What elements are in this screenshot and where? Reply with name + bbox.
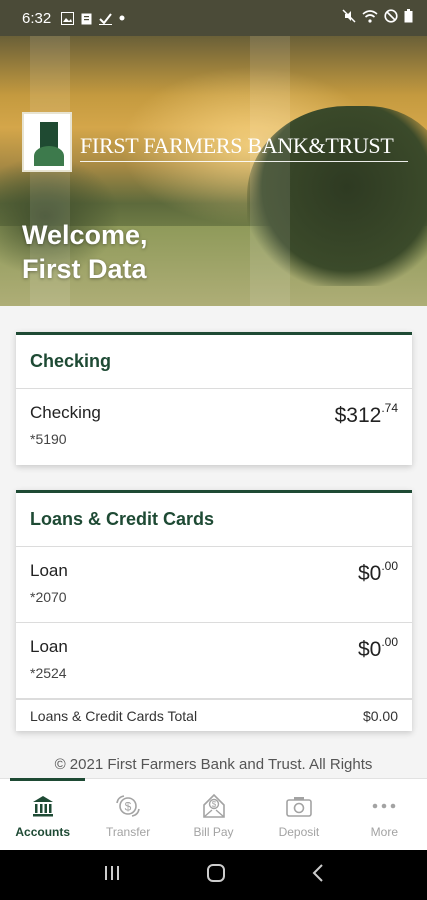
recent-apps-icon[interactable]: [103, 865, 121, 886]
back-icon[interactable]: [312, 863, 324, 887]
loans-total-value: $0.00: [362, 707, 398, 724]
checking-card-title: Checking: [16, 335, 412, 389]
loans-total-label: Loans & Credit Cards Total: [30, 707, 198, 724]
nav-label: Accounts: [15, 825, 71, 839]
nav-more[interactable]: More: [342, 779, 427, 850]
mute-icon: [342, 9, 356, 27]
svg-text:$: $: [211, 800, 216, 809]
home-icon[interactable]: [206, 863, 226, 888]
nav-transfer[interactable]: $ Transfer: [85, 779, 170, 850]
clipboard-icon: [81, 12, 92, 25]
status-bar: 6:32: [0, 0, 427, 36]
account-row-checking[interactable]: Checking *5190 $312.74: [16, 389, 412, 465]
camera-icon: [286, 793, 312, 819]
bank-icon: [31, 793, 55, 819]
do-not-disturb-icon: [384, 9, 398, 27]
account-number: *2524: [30, 665, 67, 681]
account-number: *2070: [30, 589, 67, 605]
status-time: 6:32: [22, 9, 52, 27]
transfer-icon: $: [114, 793, 142, 819]
account-name: Loan: [30, 561, 68, 580]
account-name: Loan: [30, 637, 68, 656]
account-row-loan[interactable]: Loan *2070 $0.00: [16, 547, 412, 623]
bottom-nav: Accounts $ Transfer $ Bill Pay Deposit M…: [0, 778, 427, 850]
loans-card-title: Loans & Credit Cards: [16, 493, 412, 547]
system-nav-bar: [0, 850, 427, 900]
nav-deposit[interactable]: Deposit: [256, 779, 341, 850]
account-number: *5190: [30, 431, 67, 447]
dot-icon: [119, 15, 125, 21]
hero-banner: FIRST FARMERS BANK&TRUST Welcome, First …: [0, 36, 427, 306]
nav-label: Transfer: [105, 825, 151, 839]
loans-total-row: Loans & Credit Cards Total $0.00: [16, 699, 412, 731]
bill-pay-icon: $: [202, 793, 226, 819]
bank-logo-mark: [22, 112, 72, 172]
welcome-user-name: First Data: [22, 254, 147, 284]
account-balance: $0.00: [357, 559, 398, 585]
svg-text:$: $: [125, 800, 132, 814]
copyright-text: © 2021 First Farmers Bank and Trust. All…: [54, 756, 373, 773]
check-icon: [99, 12, 113, 25]
wifi-icon: [362, 9, 378, 27]
welcome-message: Welcome, First Data: [22, 218, 148, 286]
nav-label: Deposit: [278, 825, 320, 839]
welcome-line-1: Welcome,: [22, 220, 148, 250]
nav-bill-pay[interactable]: $ Bill Pay: [171, 779, 256, 850]
nav-label: More: [370, 825, 398, 839]
account-balance: $0.00: [357, 635, 398, 661]
battery-icon: [404, 9, 413, 27]
nav-label: Bill Pay: [193, 825, 234, 839]
nav-accounts[interactable]: Accounts: [0, 778, 86, 850]
checking-card: Checking Checking *5190 $312.74: [16, 332, 412, 465]
bank-logo-text: FIRST FARMERS BANK&TRUST: [80, 123, 408, 162]
image-icon: [61, 11, 75, 25]
account-row-loan[interactable]: Loan *2524 $0.00: [16, 623, 412, 699]
bank-logo: FIRST FARMERS BANK&TRUST: [22, 112, 408, 172]
account-balance: $312.74: [334, 401, 398, 427]
loans-credit-card: Loans & Credit Cards Loan *2070 $0.00 Lo…: [16, 490, 412, 731]
more-icon: [371, 793, 397, 819]
